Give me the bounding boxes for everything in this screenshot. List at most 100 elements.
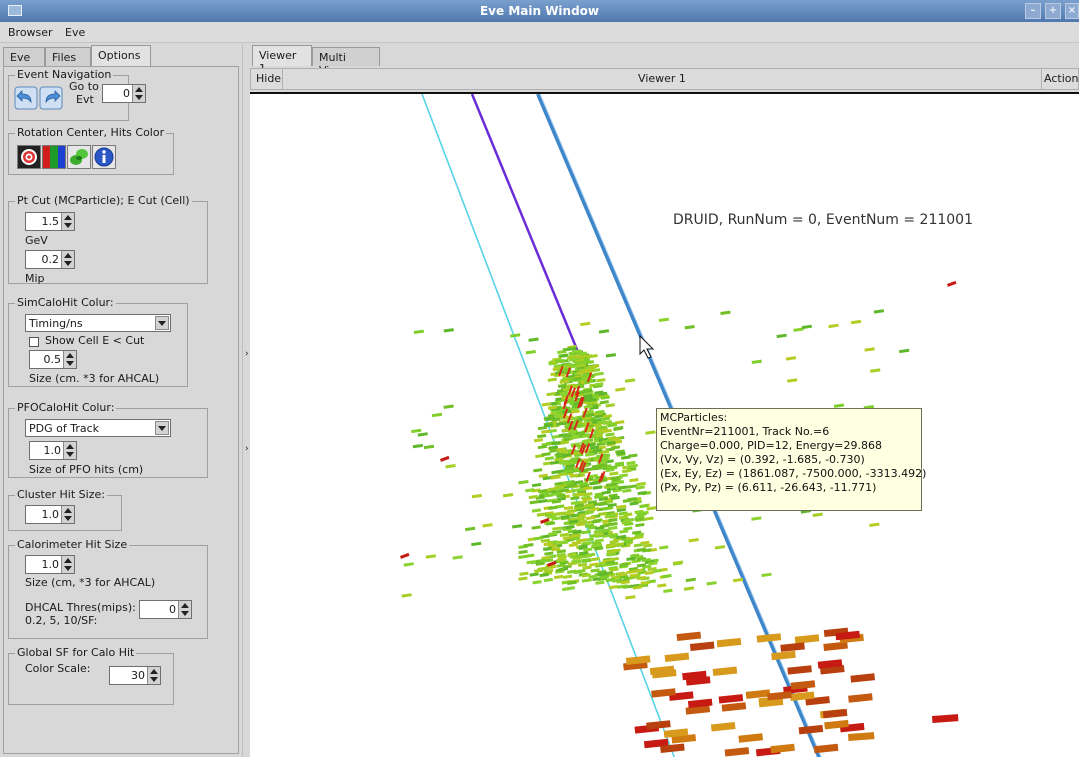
calorimeter-hit	[932, 714, 959, 723]
calorimeter-hit-size-title: Calorimeter Hit Size	[15, 538, 130, 551]
tab-multi-view[interactable]: Multi View	[312, 47, 380, 77]
calorimeter-hit	[570, 496, 580, 501]
chevron-down-icon[interactable]	[155, 421, 169, 435]
calorimeter-hit	[518, 480, 529, 485]
calorimeter-hit	[787, 378, 798, 383]
calorimeter-hit	[629, 501, 639, 506]
stepper-arrows-icon[interactable]	[178, 601, 191, 618]
rgb-color-icon[interactable]	[42, 145, 66, 169]
simcalohit-size-stepper[interactable]: 0.5	[29, 350, 77, 369]
e-cut-stepper[interactable]: 0.2	[25, 250, 75, 269]
stepper-arrows-icon[interactable]	[61, 556, 74, 573]
calorimeter-hit	[662, 574, 672, 579]
calorimeter-hit	[712, 666, 738, 676]
tab-eve[interactable]: Eve	[3, 47, 45, 66]
calorimeter-hit	[738, 733, 764, 743]
calorimeter-hit	[412, 443, 424, 449]
calorimeter-hit	[531, 508, 542, 513]
stepper-arrows-icon[interactable]	[61, 506, 74, 523]
calorimeter-hit	[635, 485, 645, 490]
stepper-arrows-icon[interactable]	[63, 442, 76, 459]
calorimeter-hit	[443, 404, 454, 409]
calorimeter-hit	[537, 444, 548, 450]
calorimeter-hit	[822, 708, 848, 719]
calorimeter-hit	[794, 634, 820, 644]
event-navigation-group: Event Navigation Go to Evt 0	[8, 68, 146, 121]
forward-arrow-icon[interactable]	[39, 86, 63, 110]
calorimeter-hit	[646, 720, 671, 730]
calorimeter-hit	[848, 693, 873, 703]
tooltip-line: Charge=0.000, PID=12, Energy=29.868	[660, 439, 882, 452]
menu-eve[interactable]: Eve	[65, 26, 85, 39]
close-icon[interactable]: ×	[1065, 3, 1079, 19]
3d-viewer-canvas[interactable]: DRUID, RunNum = 0, EventNum = 211001 MCP…	[250, 92, 1079, 757]
calorimeter-hit	[531, 525, 541, 530]
goto-evt-label: Evt	[76, 93, 94, 106]
stepper-arrows-icon[interactable]	[63, 351, 76, 368]
calorimeter-hit	[543, 577, 554, 583]
stepper-arrows-icon[interactable]	[132, 85, 145, 102]
title-bar: Eve Main Window – + ×	[0, 0, 1079, 22]
calorimeter-hit	[465, 526, 476, 532]
viewer-header: Hide Viewer 1 Actions	[250, 68, 1079, 90]
calorimeter-hit	[636, 481, 646, 487]
pfocalohit-title: PFOCaloHit Colur:	[15, 401, 117, 414]
calorimeter-hit	[400, 552, 410, 559]
viewer-tab-bar: Viewer 1 Multi View	[250, 44, 1079, 77]
simcalohit-color-select[interactable]: Timing/ns	[25, 314, 171, 332]
actions-button[interactable]: Actions	[1042, 69, 1078, 89]
calorimeter-hit	[664, 652, 690, 663]
calorimeter-hit	[519, 571, 529, 576]
stepper-arrows-icon[interactable]	[61, 251, 74, 268]
back-arrow-icon[interactable]	[14, 86, 38, 110]
tab-options[interactable]: Options	[91, 45, 151, 66]
pfocalohit-color-select[interactable]: PDG of Track	[25, 419, 171, 437]
expand-arrow-icon[interactable]: ›	[245, 444, 249, 454]
green-hits-icon[interactable]	[67, 145, 91, 169]
global-sf-title: Global SF for Calo Hit	[15, 646, 137, 659]
calorimeter-hit	[720, 310, 731, 315]
calorimeter-hit	[431, 412, 443, 418]
panel-splitter[interactable]: › ›	[242, 44, 250, 757]
info-icon[interactable]	[92, 145, 116, 169]
tab-files[interactable]: Files	[45, 47, 91, 66]
stepper-arrows-icon[interactable]	[61, 213, 74, 230]
calorimeter-hit	[584, 467, 594, 472]
calorimeter-hit	[657, 583, 667, 588]
calorimeter-hit	[850, 319, 862, 325]
calorimeter-hit	[635, 522, 645, 528]
rotation-center-group: Rotation Center, Hits Color	[8, 126, 174, 175]
pt-cut-stepper[interactable]: 1.5	[25, 212, 75, 231]
dhcal-threshold-stepper[interactable]: 0	[139, 600, 192, 619]
calorimeter-hit	[559, 440, 570, 445]
color-scale-stepper[interactable]: 30	[109, 666, 161, 685]
pt-cut-unit: GeV	[25, 234, 48, 247]
chevron-down-icon[interactable]	[155, 316, 169, 330]
simcalohit-title: SimCaloHit Colur:	[15, 296, 116, 309]
calorimeter-hit	[751, 516, 762, 521]
calorimeter-hit	[629, 478, 639, 483]
expand-arrow-icon[interactable]: ›	[245, 349, 249, 359]
minimize-icon[interactable]: –	[1025, 3, 1041, 19]
cluster-size-stepper[interactable]: 1.0	[25, 505, 75, 524]
target-icon[interactable]	[17, 145, 41, 169]
maximize-icon[interactable]: +	[1045, 3, 1061, 19]
pfo-size-stepper[interactable]: 1.0	[29, 441, 77, 460]
calorimeter-hit	[823, 641, 848, 651]
show-cell-checkbox[interactable]	[29, 337, 39, 347]
calorimeter-hit	[529, 500, 539, 505]
rotation-center-title: Rotation Center, Hits Color	[15, 126, 167, 139]
goto-event-stepper[interactable]: 0	[102, 84, 146, 103]
calorimeter-hit	[850, 673, 876, 683]
calorimeter-hit	[562, 574, 573, 579]
calorimeter-hit	[718, 694, 744, 704]
tab-viewer-1[interactable]: Viewer 1	[252, 45, 312, 75]
menu-browser[interactable]: Browser	[8, 26, 53, 39]
calorimeter-hit	[710, 721, 736, 732]
stepper-arrows-icon[interactable]	[147, 667, 160, 684]
calorimeter-hit	[533, 438, 544, 443]
hide-button[interactable]: Hide	[251, 69, 283, 89]
calorimeter-hit	[590, 557, 600, 562]
calorimeter-size-stepper[interactable]: 1.0	[25, 555, 75, 574]
calorimeter-hit	[539, 572, 549, 578]
